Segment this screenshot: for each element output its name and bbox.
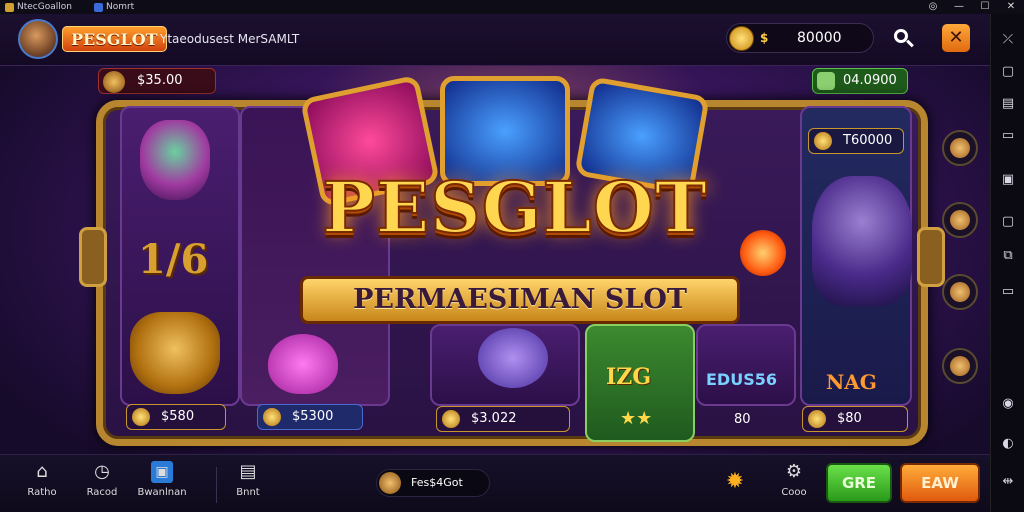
screenshot-icon[interactable]: ▣: [1000, 172, 1016, 188]
reel-6-top-value: T60000: [843, 133, 893, 148]
collapse-icon[interactable]: ⤫: [1000, 32, 1016, 48]
search-icon[interactable]: [890, 26, 918, 54]
frame-ornament-right: [917, 227, 945, 287]
coin-icon: [442, 410, 460, 428]
game-header: PESGLOT Ytaeodusest MerSAMLT $ 80000 ✕: [0, 14, 990, 66]
trophy-icon: [814, 132, 832, 150]
reel-5: [696, 324, 796, 406]
balance-amount: 80000: [797, 30, 842, 46]
tab-title-1[interactable]: NtecGoallon: [17, 2, 72, 12]
bet-chip-2[interactable]: $5300: [257, 404, 363, 430]
cat-symbol: [130, 312, 220, 394]
character-icon-1[interactable]: [942, 130, 978, 166]
coin-icon: [103, 71, 125, 93]
emulator-sidebar: ⤫ ▢ ▤ ▭ ▣ ▢ ⧉ ▭ ◉ ◐ ⇹: [990, 14, 1024, 512]
coin-icon: [729, 26, 754, 51]
bottom-navigation: ⌂ Ratho ◷ Racod ▣ Bwanlnan ▤ Bnnt Fes$4G…: [0, 454, 990, 512]
currency-symbol: $: [760, 31, 769, 45]
bet-chip-6-value: $80: [837, 411, 862, 426]
balance-display: $ 80000: [726, 23, 874, 53]
bet-chip-6[interactable]: $80: [802, 406, 908, 432]
bird-icon[interactable]: [942, 348, 978, 384]
nav-divider: [216, 467, 217, 503]
bet-chip-3-value: $3.022: [471, 411, 517, 426]
nav-tray[interactable]: ▤ Bnnt: [218, 461, 278, 498]
apk-icon[interactable]: ▤: [1000, 96, 1016, 112]
keyboard-icon[interactable]: ▭: [1000, 128, 1016, 144]
nav-tray-label: Bnnt: [236, 487, 260, 498]
folder-icon[interactable]: ▭: [1000, 284, 1016, 300]
monster-symbol: [478, 328, 548, 388]
heart-symbol: [268, 334, 338, 394]
nav-record-label: Racod: [86, 487, 118, 498]
orange-action-button[interactable]: EAW: [900, 463, 980, 503]
tray-icon: ▤: [239, 461, 257, 482]
record-icon[interactable]: ◎: [920, 0, 946, 14]
bet-chip-3[interactable]: $3.022: [436, 406, 570, 432]
store-icon: ▣: [151, 461, 173, 483]
tab-2[interactable]: Nomrt: [93, 2, 135, 12]
close-window-icon[interactable]: ✕: [998, 0, 1024, 14]
app-window: NtecGoallon Nomrt ◎ — ☐ ✕ ⤫ ▢ ▤ ▭ ▣ ▢ ⧉ …: [0, 0, 1024, 512]
coin-icon: [132, 408, 150, 426]
jackpot-pill-right[interactable]: 04.0900: [812, 68, 908, 94]
bet-chip-1-value: $580: [161, 409, 195, 424]
bet-chip-1[interactable]: $580: [126, 404, 226, 430]
game-stage: $35.00 04.0900 1/6 PESGLOT PERMAESIMAN S…: [0, 66, 990, 454]
game-subtitle: PERMAESIMAN SLOT: [300, 276, 740, 324]
avatar[interactable]: [18, 19, 58, 59]
green-action-button[interactable]: GRE: [826, 463, 892, 503]
minimize-icon[interactable]: —: [946, 0, 972, 14]
nav-store-label: Bwanlnan: [137, 487, 187, 498]
nav-record[interactable]: ◷ Racod: [72, 461, 132, 498]
star-icon: [808, 410, 826, 428]
nav-settings[interactable]: ⚙ Cooo: [764, 461, 824, 498]
avatar-coin-icon: [379, 472, 401, 494]
gear-icon: ⚙: [785, 461, 803, 482]
window-icon[interactable]: ▢: [1000, 214, 1016, 230]
gem-icon: [817, 72, 835, 90]
close-button[interactable]: ✕: [942, 24, 970, 52]
screen-icon[interactable]: ▢: [1000, 64, 1016, 80]
demon-symbol: [812, 176, 912, 306]
window-controls: ◎ — ☐ ✕: [920, 0, 1024, 14]
gem-icon: [263, 408, 281, 426]
bet-chip-2-value: $5300: [292, 409, 334, 424]
character-icon-2[interactable]: [942, 202, 978, 238]
frame-ornament-left: [79, 227, 107, 287]
nav-settings-label: Cooo: [781, 487, 807, 498]
rotate-icon[interactable]: ◐: [1000, 436, 1016, 452]
sun-icon[interactable]: ✹: [722, 469, 748, 495]
star-rating: ★★: [620, 408, 653, 429]
reel-4-text: IZG: [606, 364, 652, 390]
header-subtitle: Ytaeodusest MerSAMLT: [160, 32, 300, 46]
location-icon[interactable]: ◉: [1000, 396, 1016, 412]
tab-2-icon: [93, 2, 103, 12]
bottom-balance-text: Fes$4Got: [411, 476, 463, 489]
jackpot-right-value: 04.0900: [843, 73, 897, 88]
bottom-balance[interactable]: Fes$4Got: [376, 469, 490, 497]
header-logo: PESGLOT: [62, 26, 167, 52]
game-title: PESGLOT: [321, 165, 708, 250]
reel-6-text: NAG: [826, 370, 877, 394]
jackpot-left-value: $35.00: [137, 73, 183, 88]
app-icon: [5, 2, 14, 12]
nav-home[interactable]: ⌂ Ratho: [12, 461, 72, 498]
expand-icon[interactable]: ⇹: [1000, 474, 1016, 490]
window-titlebar: NtecGoallon Nomrt ◎ — ☐ ✕: [0, 0, 1024, 14]
home-icon: ⌂: [36, 461, 48, 482]
nav-home-label: Ratho: [27, 487, 57, 498]
nav-store[interactable]: ▣ Bwanlnan: [132, 461, 192, 498]
tab-title-2: Nomrt: [105, 2, 135, 12]
reel-1-number: 1/6: [138, 236, 209, 283]
clock-icon: ◷: [94, 461, 110, 482]
maximize-icon[interactable]: ☐: [972, 0, 998, 14]
reel-5-text: EDUS56: [706, 370, 777, 389]
multi-instance-icon[interactable]: ⧉: [1000, 248, 1016, 264]
bonus-icon[interactable]: [942, 274, 978, 310]
reel-6-top-chip[interactable]: T60000: [808, 128, 904, 154]
jackpot-pill-left[interactable]: $35.00: [98, 68, 216, 94]
reel-5-value: 80: [734, 412, 751, 427]
mask-symbol: [140, 120, 210, 200]
